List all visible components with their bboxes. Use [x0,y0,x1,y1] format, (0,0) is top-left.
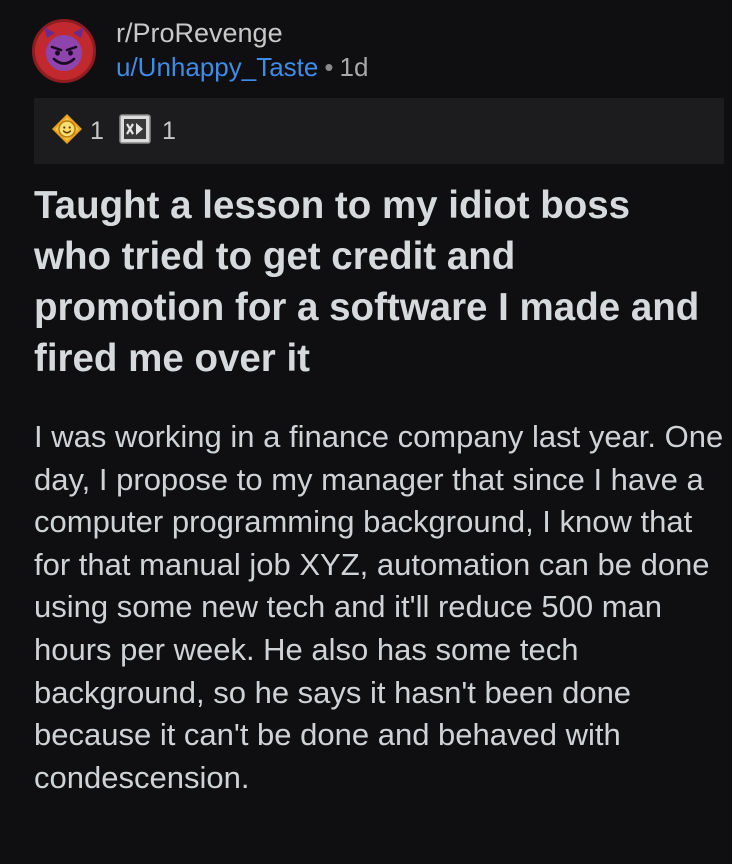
award-item-wholesome[interactable]: 1 [50,112,106,148]
wholesome-award-icon [50,112,84,151]
post-title[interactable]: Taught a lesson to my idiot boss who tri… [34,180,704,384]
award-item-second[interactable]: 1 [118,112,178,148]
awards-bar[interactable]: 1 1 [34,98,724,164]
subreddit-name[interactable]: r/ProRevenge [116,16,368,50]
post-body: I was working in a finance company last … [34,419,724,795]
author-username[interactable]: u/Unhappy_Taste [116,52,318,82]
award-count: 1 [90,117,104,145]
subreddit-avatar-icon[interactable] [32,19,96,83]
meta-separator: • [324,52,334,82]
post-meta: r/ProRevenge u/Unhappy_Taste • 1d [116,16,368,84]
post-age: 1d [339,52,369,82]
award-count: 1 [162,117,176,145]
post-header: r/ProRevenge u/Unhappy_Taste • 1d [32,16,712,86]
gold-award-icon [118,112,152,151]
author-row: u/Unhappy_Taste • 1d [116,50,368,84]
